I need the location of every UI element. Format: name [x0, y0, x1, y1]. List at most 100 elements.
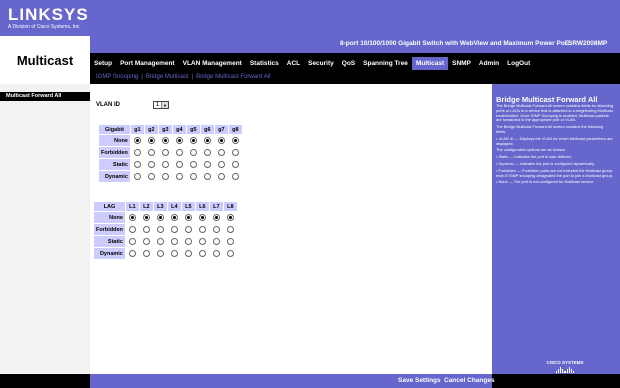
product-title: 8-port 10/100/1000 Gigabit Switch with W… — [340, 40, 570, 47]
radio-button[interactable] — [142, 250, 150, 257]
radio-button[interactable] — [217, 149, 225, 156]
nav-logout[interactable]: LogOut — [503, 60, 534, 67]
subnav-bridge-multicast[interactable]: Bridge Multicast — [146, 74, 189, 80]
nav-snmp[interactable]: SNMP — [448, 60, 475, 67]
nav-port-management[interactable]: Port Management — [116, 60, 179, 67]
radio-button[interactable] — [161, 161, 169, 168]
main-nav: Setup Port Management VLAN Management Stati… — [90, 53, 534, 73]
nav-spanning-tree[interactable]: Spanning Tree — [359, 60, 412, 67]
radio-cell — [168, 248, 181, 259]
radio-button[interactable] — [198, 238, 206, 245]
radio-cell — [187, 171, 200, 182]
sidebar-item-forward-all[interactable]: Multicast Forward All — [0, 92, 90, 101]
radio-button[interactable] — [170, 238, 178, 245]
cancel-changes-button[interactable]: Cancel Changes — [444, 377, 495, 384]
radio-button[interactable] — [142, 214, 150, 221]
radio-button[interactable] — [189, 137, 197, 144]
radio-button[interactable] — [226, 226, 234, 233]
radio-button[interactable] — [156, 226, 164, 233]
radio-button[interactable] — [142, 238, 150, 245]
radio-button[interactable] — [184, 250, 192, 257]
radio-button[interactable] — [203, 149, 211, 156]
radio-button[interactable] — [184, 214, 192, 221]
radio-button[interactable] — [226, 238, 234, 245]
subnav-separator: | — [141, 74, 143, 80]
subnav-igmp-snooping[interactable]: IGMP Snooping — [96, 74, 138, 80]
radio-button[interactable] — [231, 149, 239, 156]
radio-button[interactable] — [175, 149, 183, 156]
radio-button[interactable] — [128, 214, 136, 221]
radio-button[interactable] — [133, 149, 141, 156]
radio-button[interactable] — [203, 173, 211, 180]
nav-multicast[interactable]: Multicast — [411, 56, 449, 70]
nav-admin[interactable]: Admin — [475, 60, 503, 67]
radio-button[interactable] — [198, 214, 206, 221]
radio-button[interactable] — [161, 173, 169, 180]
radio-button[interactable] — [156, 214, 164, 221]
help-paragraph: • None — The port is not configured for … — [496, 179, 595, 185]
radio-cell — [154, 224, 167, 235]
radio-button[interactable] — [212, 226, 220, 233]
radio-cell — [201, 135, 214, 146]
radio-cell — [126, 248, 139, 259]
radio-button[interactable] — [142, 226, 150, 233]
subnav-forward-all[interactable]: Bridge Multicast Forward All — [196, 74, 270, 80]
nav-acl[interactable]: ACL — [283, 60, 304, 67]
radio-button[interactable] — [133, 161, 141, 168]
nav-setup[interactable]: Setup — [90, 60, 116, 67]
radio-button[interactable] — [189, 161, 197, 168]
nav-security[interactable]: Security — [304, 60, 338, 67]
nav-vlan-management[interactable]: VLAN Management — [179, 60, 246, 67]
radio-button[interactable] — [217, 137, 225, 144]
vlan-id-select[interactable]: 1 ▼ — [153, 101, 169, 109]
vlan-id-value: 1 — [155, 102, 160, 108]
radio-button[interactable] — [189, 149, 197, 156]
radio-button[interactable] — [212, 250, 220, 257]
nav-qos[interactable]: QoS — [338, 60, 359, 67]
radio-cell — [168, 224, 181, 235]
radio-button[interactable] — [133, 173, 141, 180]
radio-button[interactable] — [147, 149, 155, 156]
radio-button[interactable] — [203, 161, 211, 168]
nav-statistics[interactable]: Statistics — [246, 60, 283, 67]
radio-button[interactable] — [231, 173, 239, 180]
radio-button[interactable] — [226, 214, 234, 221]
radio-button[interactable] — [231, 161, 239, 168]
radio-button[interactable] — [212, 214, 220, 221]
radio-button[interactable] — [189, 173, 197, 180]
radio-button[interactable] — [128, 238, 136, 245]
radio-button[interactable] — [128, 226, 136, 233]
radio-button[interactable] — [156, 238, 164, 245]
radio-button[interactable] — [231, 137, 239, 144]
vlan-id-label: VLAN ID — [96, 102, 120, 108]
save-settings-button[interactable]: Save Settings — [398, 377, 441, 384]
radio-button[interactable] — [226, 250, 234, 257]
radio-button[interactable] — [133, 137, 141, 144]
radio-button[interactable] — [147, 137, 155, 144]
radio-button[interactable] — [170, 250, 178, 257]
radio-button[interactable] — [170, 226, 178, 233]
radio-button[interactable] — [170, 214, 178, 221]
radio-cell — [210, 236, 223, 247]
radio-button[interactable] — [147, 161, 155, 168]
radio-button[interactable] — [161, 137, 169, 144]
radio-cell — [215, 147, 228, 158]
radio-button[interactable] — [156, 250, 164, 257]
radio-button[interactable] — [147, 173, 155, 180]
radio-button[interactable] — [217, 161, 225, 168]
radio-button[interactable] — [212, 238, 220, 245]
radio-cell — [229, 171, 242, 182]
radio-button[interactable] — [128, 250, 136, 257]
radio-button[interactable] — [175, 161, 183, 168]
radio-button[interactable] — [217, 173, 225, 180]
radio-button[interactable] — [203, 137, 211, 144]
column-header: L2 — [139, 202, 153, 211]
radio-button[interactable] — [198, 226, 206, 233]
radio-button[interactable] — [175, 173, 183, 180]
radio-button[interactable] — [198, 250, 206, 257]
radio-button[interactable] — [184, 226, 192, 233]
radio-cell — [229, 159, 242, 170]
radio-button[interactable] — [184, 238, 192, 245]
radio-button[interactable] — [161, 149, 169, 156]
radio-button[interactable] — [175, 137, 183, 144]
